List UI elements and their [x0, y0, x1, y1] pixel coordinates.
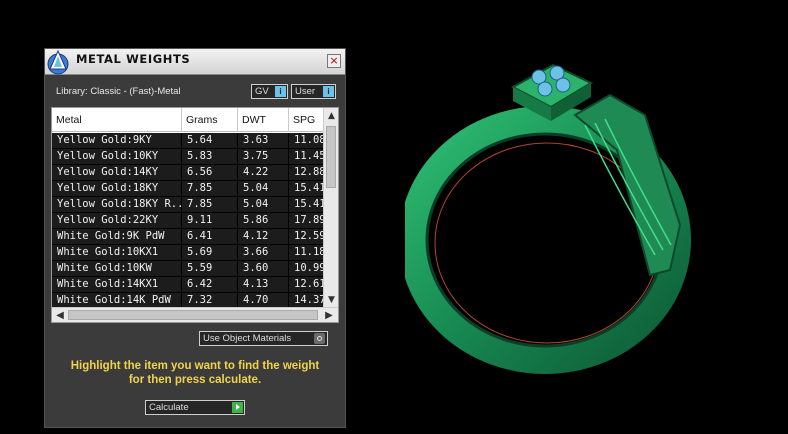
cell-dwt: 4.12 [238, 229, 289, 244]
column-header-grams[interactable]: Grams [182, 108, 238, 132]
cell-dwt: 4.70 [238, 293, 289, 308]
calculate-label: Calculate [149, 402, 189, 413]
calculate-button[interactable]: Calculate [145, 400, 245, 415]
table-row[interactable]: Yellow Gold:10KY 5.83 3.75 11.45 [52, 149, 329, 165]
play-icon [232, 402, 243, 413]
cell-grams: 7.85 [182, 197, 238, 212]
cell-metal: White Gold:10KX1 [52, 245, 182, 260]
gv-button-label: GV [255, 86, 269, 97]
user-button-label: User [295, 86, 316, 97]
table-row[interactable]: Yellow Gold:22KY 9.11 5.86 17.89 [52, 213, 329, 229]
table-row[interactable]: White Gold:10KW 5.59 3.60 10.99 [52, 261, 329, 277]
instruction-text: Highlight the item you want to find the … [55, 359, 335, 387]
cell-grams: 5.83 [182, 149, 238, 164]
cell-grams: 5.59 [182, 261, 238, 276]
cell-dwt: 4.13 [238, 277, 289, 292]
cell-dwt: 3.63 [238, 133, 289, 148]
scroll-left-icon[interactable]: ◀ [53, 308, 67, 322]
cell-grams: 7.32 [182, 293, 238, 308]
scroll-down-icon[interactable]: ▼ [324, 293, 338, 307]
ring-3d-viewport-image[interactable] [405, 55, 705, 385]
use-object-materials-toggle[interactable]: Use Object Materials [199, 331, 328, 346]
info-icon: i [323, 86, 334, 97]
cell-grams: 7.85 [182, 181, 238, 196]
metal-weights-panel: METAL WEIGHTS × Library: Classic - (Fast… [44, 48, 346, 428]
vertical-scroll-thumb[interactable] [326, 126, 336, 188]
close-icon: × [329, 54, 339, 67]
metal-table: Metal Grams DWT SPG Yellow Gold:9KY 5.64 3… [51, 107, 339, 323]
cell-dwt: 5.04 [238, 181, 289, 196]
cell-grams: 5.69 [182, 245, 238, 260]
table-row[interactable]: White Gold:14KX1 6.42 4.13 12.61 [52, 277, 329, 293]
close-button[interactable]: × [327, 54, 341, 68]
cell-metal: White Gold:14K PdW [52, 293, 182, 308]
cell-dwt: 3.75 [238, 149, 289, 164]
table-row[interactable]: Yellow Gold:9KY 5.64 3.63 11.08 [52, 133, 329, 149]
radio-icon [314, 333, 325, 344]
gv-button[interactable]: GV i [251, 84, 288, 99]
cell-metal: Yellow Gold:18KY [52, 181, 182, 196]
instruction-line-1: Highlight the item you want to find the … [70, 360, 320, 372]
info-icon: i [275, 86, 286, 97]
cell-grams: 6.56 [182, 165, 238, 180]
cell-grams: 9.11 [182, 213, 238, 228]
cell-metal: Yellow Gold:14KY [52, 165, 182, 180]
table-row[interactable]: White Gold:10KX1 5.69 3.66 11.18 [52, 245, 329, 261]
table-row[interactable]: White Gold:9K PdW 6.41 4.12 12.59 [52, 229, 329, 245]
cell-dwt: 4.22 [238, 165, 289, 180]
cell-metal: White Gold:10KW [52, 261, 182, 276]
library-label: Library: Classic - (Fast)-Metal [56, 86, 181, 97]
table-row[interactable]: Yellow Gold:14KY 6.56 4.22 12.88 [52, 165, 329, 181]
cell-metal: Yellow Gold:9KY [52, 133, 182, 148]
horizontal-scrollbar[interactable]: ◀ ▶ [52, 307, 338, 322]
panel-title: METAL WEIGHTS [76, 52, 191, 66]
vertical-scrollbar[interactable]: ▲ ▼ [323, 108, 338, 308]
panel-titlebar[interactable]: METAL WEIGHTS × [45, 49, 345, 75]
cell-grams: 6.41 [182, 229, 238, 244]
cell-metal: Yellow Gold:22KY [52, 213, 182, 228]
cell-dwt: 3.66 [238, 245, 289, 260]
scroll-up-icon[interactable]: ▲ [324, 109, 338, 123]
cell-dwt: 3.60 [238, 261, 289, 276]
cell-metal: White Gold:14KX1 [52, 277, 182, 292]
cell-grams: 6.42 [182, 277, 238, 292]
column-header-dwt[interactable]: DWT [238, 108, 289, 132]
cell-metal: White Gold:9K PdW [52, 229, 182, 244]
use-object-materials-label: Use Object Materials [203, 333, 292, 344]
table-header: Metal Grams DWT SPG [52, 108, 324, 132]
cell-grams: 5.64 [182, 133, 238, 148]
cell-metal: Yellow Gold:10KY [52, 149, 182, 164]
horizontal-scroll-thumb[interactable] [68, 310, 318, 320]
table-body: Yellow Gold:9KY 5.64 3.63 11.08 Yellow Gold:… [52, 133, 329, 309]
user-button[interactable]: User i [291, 84, 336, 99]
cell-dwt: 5.04 [238, 197, 289, 212]
table-row[interactable]: Yellow Gold:18KY R... 7.85 5.04 15.41 [52, 197, 329, 213]
viewport: METAL WEIGHTS × Library: Classic - (Fast… [0, 0, 788, 434]
app-logo-icon [47, 49, 69, 75]
table-row[interactable]: Yellow Gold:18KY 7.85 5.04 15.41 [52, 181, 329, 197]
scroll-right-icon[interactable]: ▶ [322, 308, 336, 322]
instruction-line-2: for then press calculate. [128, 374, 262, 386]
column-header-metal[interactable]: Metal [52, 108, 182, 132]
cell-dwt: 5.86 [238, 213, 289, 228]
cell-metal: Yellow Gold:18KY R... [52, 197, 182, 212]
